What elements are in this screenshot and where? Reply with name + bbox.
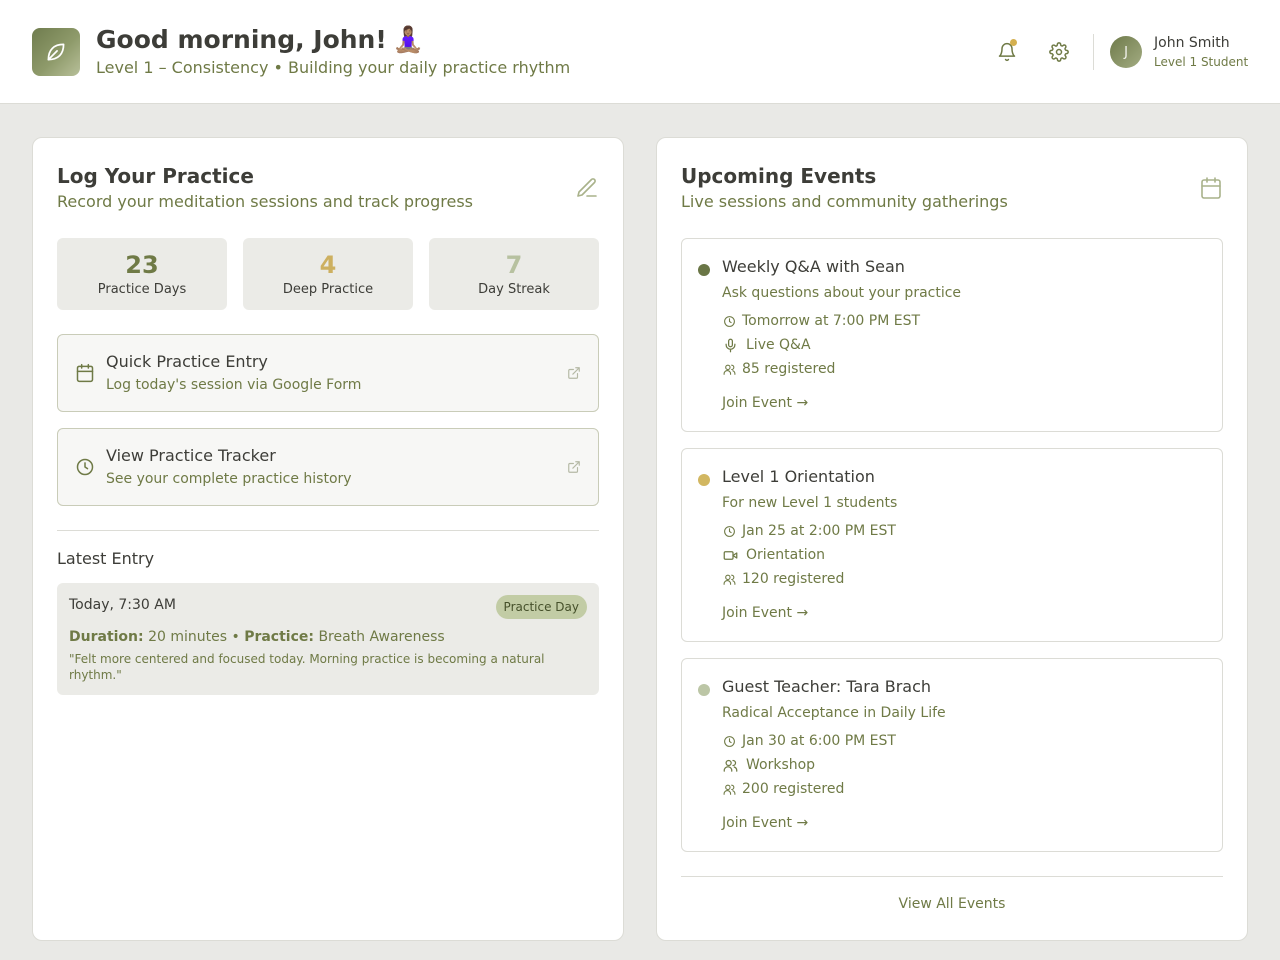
stat-day-streak: 7 Day Streak xyxy=(429,238,599,310)
divider xyxy=(681,876,1223,877)
event-time: Jan 25 at 2:00 PM EST xyxy=(722,523,896,539)
stat-value: 7 xyxy=(505,251,523,279)
gear-icon[interactable] xyxy=(1043,36,1075,68)
join-event-link[interactable]: Join Event → xyxy=(722,395,808,411)
event-title: Level 1 Orientation xyxy=(722,467,875,486)
level-subtitle: Level 1 – Consistency • Building your da… xyxy=(96,58,571,77)
event-type: Orientation xyxy=(722,547,825,563)
clock-icon xyxy=(722,314,736,328)
avatar[interactable]: J xyxy=(1110,36,1142,68)
event-card: Guest Teacher: Tara Brach Radical Accept… xyxy=(681,658,1223,852)
event-title: Weekly Q&A with Sean xyxy=(722,257,905,276)
entry-details: Duration: 20 minutes • Practice: Breath … xyxy=(69,629,445,645)
pencil-icon[interactable] xyxy=(575,176,599,200)
video-icon xyxy=(722,547,738,563)
stat-label: Practice Days xyxy=(97,282,187,297)
event-status-dot xyxy=(698,474,710,486)
quick-practice-entry-button[interactable]: Quick Practice Entry Log today's session… xyxy=(57,334,599,412)
users-icon xyxy=(722,572,736,586)
action-subtitle: See your complete practice history xyxy=(106,471,352,487)
status-badge: Practice Day xyxy=(495,595,587,619)
event-status-dot xyxy=(698,684,710,696)
users-icon xyxy=(722,757,738,773)
divider xyxy=(57,530,599,531)
view-all-events-link[interactable]: View All Events xyxy=(681,896,1223,912)
card-subtitle: Live sessions and community gatherings xyxy=(681,192,1008,211)
users-icon xyxy=(722,782,736,796)
event-registered: 85 registered xyxy=(722,361,835,377)
header-divider xyxy=(1093,34,1094,70)
stat-deep-practice: 4 Deep Practice xyxy=(243,238,413,310)
event-type: Live Q&A xyxy=(722,337,811,353)
event-card: Weekly Q&A with Sean Ask questions about… xyxy=(681,238,1223,432)
event-title: Guest Teacher: Tara Brach xyxy=(722,677,932,696)
event-time: Tomorrow at 7:00 PM EST xyxy=(722,313,920,329)
microphone-icon xyxy=(722,337,738,353)
event-registered: 200 registered xyxy=(722,781,844,797)
event-time: Jan 30 at 6:00 PM EST xyxy=(722,733,896,749)
users-icon xyxy=(722,362,736,376)
event-type: Workshop xyxy=(722,757,815,773)
calendar-icon xyxy=(74,362,96,384)
action-title: Quick Practice Entry xyxy=(106,352,268,371)
leaf-icon xyxy=(32,28,80,76)
event-card: Level 1 Orientation For new Level 1 stud… xyxy=(681,448,1223,642)
stat-value: 4 xyxy=(319,251,337,279)
external-link-icon xyxy=(566,459,582,475)
stat-label: Day Streak xyxy=(478,282,550,297)
event-subtitle: Ask questions about your practice xyxy=(722,285,962,301)
clock-icon xyxy=(74,456,96,478)
top-header: Good morning, John! 🧘🏽‍♀️ Level 1 – Consi… xyxy=(0,0,1280,104)
card-title: Upcoming Events xyxy=(681,164,877,188)
meditation-emoji: 🧘🏽‍♀️ xyxy=(392,25,424,54)
event-status-dot xyxy=(698,264,710,276)
event-subtitle: For new Level 1 students xyxy=(722,495,898,511)
page-title: Good morning, John! 🧘🏽‍♀️ xyxy=(96,25,424,54)
calendar-icon[interactable] xyxy=(1199,176,1223,200)
clock-icon xyxy=(722,734,736,748)
card-subtitle: Record your meditation sessions and trac… xyxy=(57,192,473,211)
latest-entry-heading: Latest Entry xyxy=(57,549,155,568)
external-link-icon xyxy=(566,365,582,381)
entry-time: Today, 7:30 AM xyxy=(69,597,176,613)
join-event-link[interactable]: Join Event → xyxy=(722,815,808,831)
bell-icon[interactable] xyxy=(991,36,1023,68)
action-subtitle: Log today's session via Google Form xyxy=(106,377,362,393)
stat-value: 23 xyxy=(125,251,159,279)
upcoming-events-card: Upcoming Events Live sessions and commun… xyxy=(656,137,1248,941)
user-name[interactable]: John Smith xyxy=(1154,35,1230,51)
log-practice-card: Log Your Practice Record your meditation… xyxy=(32,137,624,941)
card-title: Log Your Practice xyxy=(57,164,254,188)
stat-practice-days: 23 Practice Days xyxy=(57,238,227,310)
event-registered: 120 registered xyxy=(722,571,844,587)
entry-note: "Felt more centered and focused today. M… xyxy=(69,652,545,682)
action-title: View Practice Tracker xyxy=(106,446,276,465)
view-practice-tracker-button[interactable]: View Practice Tracker See your complete … xyxy=(57,428,599,506)
notification-dot xyxy=(1010,39,1017,46)
stat-label: Deep Practice xyxy=(282,282,374,297)
join-event-link[interactable]: Join Event → xyxy=(722,605,808,621)
event-subtitle: Radical Acceptance in Daily Life xyxy=(722,705,946,721)
latest-entry: Today, 7:30 AM Practice Day Duration: 20… xyxy=(57,583,599,695)
clock-icon xyxy=(722,524,736,538)
user-role: Level 1 Student xyxy=(1154,55,1249,69)
